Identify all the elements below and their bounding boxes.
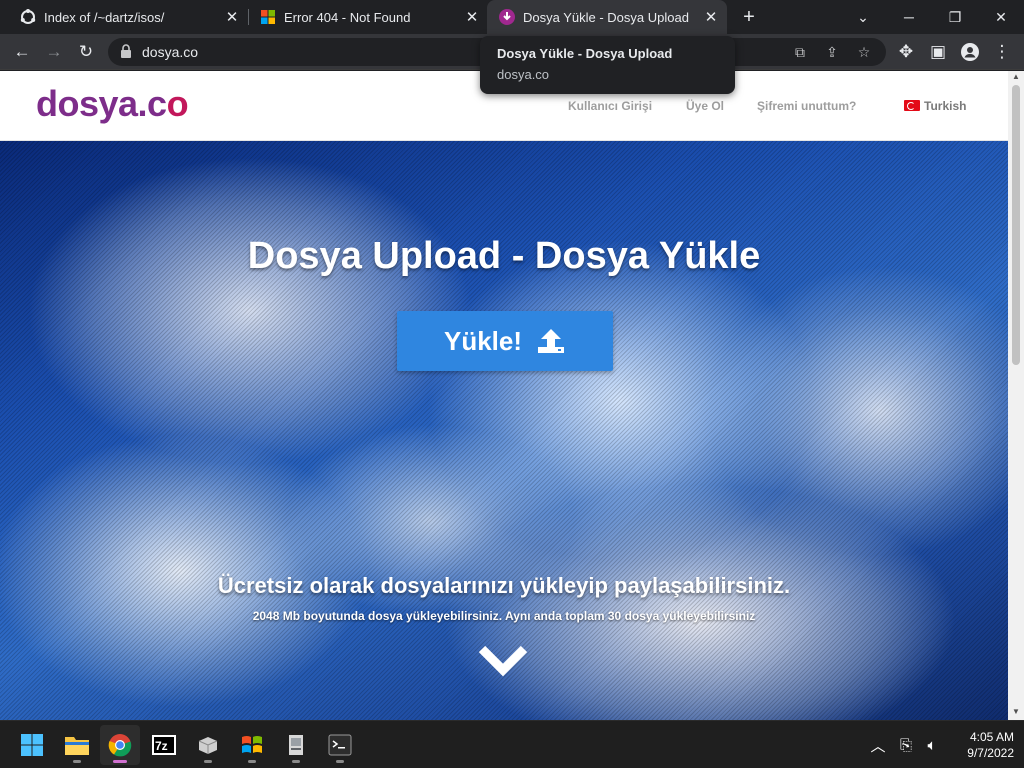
- tooltip-title: Dosya Yükle - Dosya Upload: [497, 46, 673, 61]
- dosya-icon: [499, 9, 515, 25]
- upload-icon: [536, 327, 566, 355]
- menu-icon[interactable]: ⋮: [988, 38, 1016, 66]
- ubuntu-icon: [20, 9, 36, 25]
- tab-dosya-upload[interactable]: Dosya Yükle - Dosya Upload ✕: [487, 0, 727, 34]
- tab-search-icon[interactable]: ⌄: [840, 0, 886, 34]
- page-viewport: dosya.co Kullanıcı Girişi Üye Ol Şifremi…: [0, 71, 1008, 720]
- profile-icon[interactable]: [956, 38, 984, 66]
- bookmark-star-icon[interactable]: ☆: [854, 42, 874, 62]
- upload-button-label: Yükle!: [443, 325, 523, 356]
- running-indicator: [113, 760, 127, 763]
- close-icon[interactable]: ✕: [222, 7, 242, 27]
- hero-section: Dosya Upload - Dosya Yükle Yükle! Ücrets…: [0, 141, 1008, 720]
- svg-text:7z: 7z: [155, 739, 168, 753]
- tab-tooltip: Dosya Yükle - Dosya Upload dosya.co: [480, 36, 735, 94]
- scroll-down-icon[interactable]: ▼: [1012, 708, 1020, 716]
- page-scrollbar[interactable]: ▲ ▼: [1008, 71, 1024, 720]
- tab-title: Dosya Yükle - Dosya Upload: [523, 9, 689, 25]
- tab-title: Index of /~dartz/isos/: [44, 9, 165, 25]
- upload-button[interactable]: Yükle!: [397, 311, 613, 371]
- language-selector[interactable]: Turkish: [904, 99, 966, 113]
- chevron-down-icon[interactable]: [478, 641, 528, 677]
- system-clock[interactable]: 4:05 AM 9/7/2022: [948, 729, 1014, 761]
- share-icon[interactable]: ⇪: [822, 42, 842, 62]
- forgot-password-link[interactable]: Şifremi unuttum?: [757, 99, 856, 113]
- tab-title: Error 404 - Not Found: [284, 9, 411, 25]
- taskbar: 7z ︿ ⎘ 🔈︎ 4:05 AM 9/7/2022: [0, 720, 1024, 768]
- extensions-icon[interactable]: ✥: [892, 38, 920, 66]
- tab-index-dartz[interactable]: Index of /~dartz/isos/ ✕: [0, 0, 248, 34]
- translate-icon[interactable]: ⧉: [790, 42, 810, 62]
- reload-button[interactable]: ↻: [72, 38, 100, 66]
- running-indicator: [248, 760, 256, 763]
- close-icon[interactable]: ✕: [701, 7, 721, 27]
- file-explorer-icon[interactable]: [57, 725, 97, 765]
- chevron-up-icon[interactable]: ︿: [866, 733, 890, 757]
- hero-note: 2048 Mb boyutunda dosya yükleyebilirsini…: [252, 609, 756, 623]
- start-icon[interactable]: [12, 725, 52, 765]
- tab-strip: Index of /~dartz/isos/ ✕ Error 404 - Not…: [0, 0, 1024, 34]
- hero-subtitle: Ücretsiz olarak dosyalarınızı yükleyip p…: [217, 573, 791, 598]
- tooltip-domain: dosya.co: [497, 67, 550, 82]
- restore-button[interactable]: ❐: [932, 0, 978, 34]
- minimize-button[interactable]: ─: [886, 0, 932, 34]
- running-indicator: [292, 760, 300, 763]
- running-indicator: [73, 760, 81, 763]
- turkey-flag-icon: [904, 100, 920, 111]
- running-indicator: [336, 760, 344, 763]
- login-link[interactable]: Kullanıcı Girişi: [568, 99, 652, 113]
- package-icon[interactable]: [188, 725, 228, 765]
- network-icon[interactable]: ⎘: [894, 733, 918, 757]
- installer-icon[interactable]: [276, 725, 316, 765]
- side-panel-icon[interactable]: ▣: [924, 38, 952, 66]
- close-icon[interactable]: ✕: [462, 7, 482, 27]
- tab-error-404[interactable]: Error 404 - Not Found ✕: [240, 0, 488, 34]
- new-tab-button[interactable]: +: [737, 5, 761, 29]
- close-window-button[interactable]: ✕: [978, 0, 1024, 34]
- clock-time: 4:05 AM: [969, 730, 1014, 744]
- terminal-icon[interactable]: [320, 725, 360, 765]
- back-button[interactable]: ←: [8, 38, 36, 66]
- register-link[interactable]: Üye Ol: [686, 99, 724, 113]
- forward-button[interactable]: →: [40, 38, 68, 66]
- scrollbar-thumb[interactable]: [1012, 85, 1020, 365]
- site-logo[interactable]: dosya.co: [36, 83, 189, 125]
- scroll-up-icon[interactable]: ▲: [1012, 73, 1020, 81]
- windows-logo-icon: [260, 9, 276, 25]
- chrome-icon[interactable]: [100, 725, 140, 765]
- hero-title: Dosya Upload - Dosya Yükle: [247, 235, 761, 277]
- clock-date: 9/7/2022: [967, 746, 1014, 760]
- volume-icon[interactable]: 🔈︎: [920, 733, 944, 757]
- 7zip-icon[interactable]: 7z: [144, 725, 184, 765]
- windows-xp-icon[interactable]: [232, 725, 272, 765]
- lock-icon: [120, 44, 132, 58]
- url-text: dosya.co: [142, 44, 199, 60]
- running-indicator: [204, 760, 212, 763]
